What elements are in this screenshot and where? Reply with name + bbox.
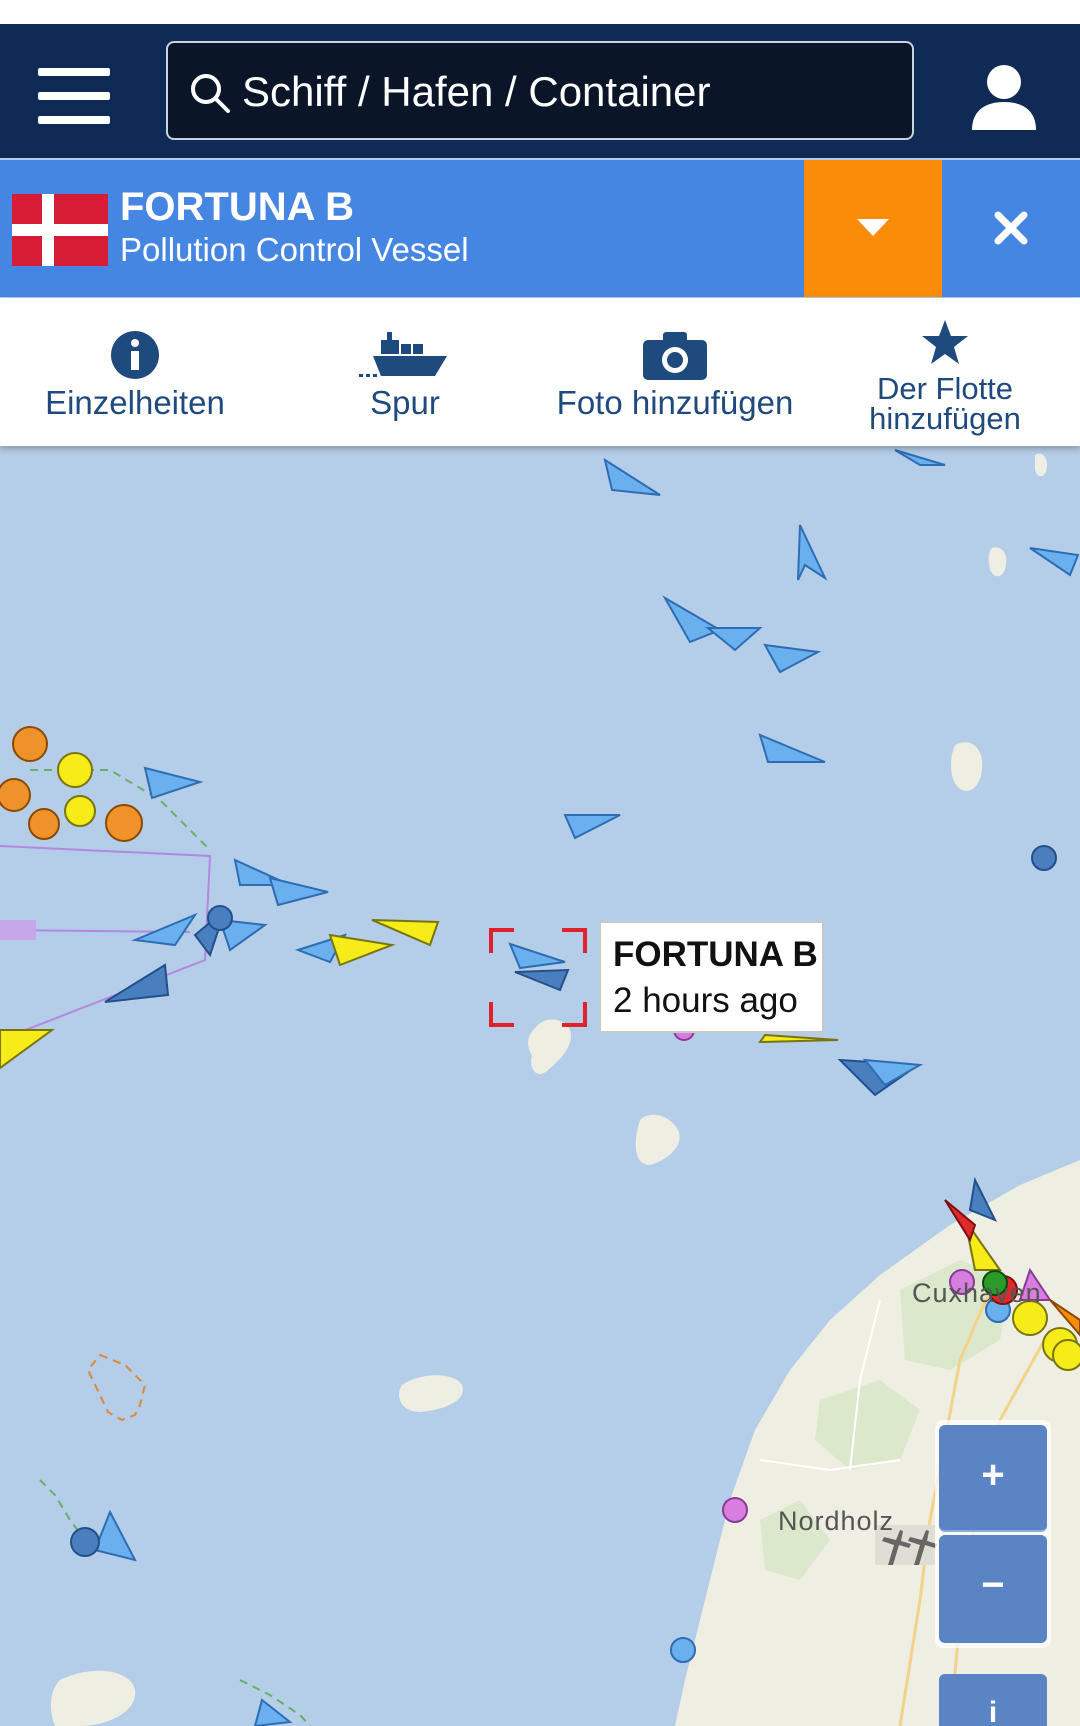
anchored-marker [722, 1497, 748, 1523]
minus-icon: − [981, 1563, 1005, 1607]
add-photo-action[interactable]: Foto hinzufügen [540, 298, 810, 446]
add-to-fleet-label-2: hinzufügen [869, 401, 1021, 436]
place-label-nordholz: Nordholz [778, 1506, 895, 1536]
close-button[interactable] [942, 160, 1080, 297]
track-action[interactable]: Spur [270, 298, 540, 446]
vessel-menu-button[interactable] [804, 160, 942, 297]
info-icon [111, 331, 159, 379]
denmark-flag-icon [12, 194, 108, 266]
anchored-marker [670, 1637, 696, 1663]
camera-icon [643, 332, 707, 380]
island [950, 742, 983, 791]
details-action[interactable]: Einzelheiten [0, 298, 270, 446]
vessel-tooltip[interactable]: FORTUNA B 2 hours ago [599, 921, 824, 1033]
search-input[interactable]: Schiff / Hafen / Container [166, 41, 914, 140]
place-label-cuxhaven: Cuxhaven [912, 1278, 1042, 1308]
ship-track-icon [359, 332, 447, 377]
map-info-button[interactable]: i [939, 1674, 1047, 1726]
anchored-marker [207, 905, 233, 931]
caret-down-icon [857, 219, 889, 236]
info-icon: i [988, 1696, 998, 1726]
zoom-in-button[interactable]: + [939, 1425, 1047, 1532]
menu-icon-line [38, 116, 110, 124]
vessel-type: Pollution Control Vessel [120, 231, 469, 268]
add-to-fleet-action[interactable]: Der Flotte hinzufügen [810, 298, 1080, 446]
traffic-zone-label [0, 920, 36, 940]
vessel-header: FORTUNA B Pollution Control Vessel [0, 160, 1080, 297]
status-bar [0, 0, 1080, 24]
zoom-out-button[interactable]: − [939, 1535, 1047, 1643]
search-placeholder: Schiff / Hafen / Container [242, 68, 711, 115]
app-root: Schiff / Hafen / Container FORTUNA B Pol… [0, 0, 1080, 1726]
tooltip-time: 2 hours ago [613, 981, 798, 1020]
tooltip-vessel-name: FORTUNA B [613, 935, 818, 974]
menu-icon-line [38, 68, 110, 76]
plus-icon: + [981, 1453, 1005, 1497]
vessel-name: FORTUNA B [120, 185, 355, 229]
anchored-marker [64, 795, 96, 827]
anchored-marker [12, 726, 48, 762]
menu-icon-line [38, 92, 110, 100]
anchored-marker [0, 778, 31, 812]
star-icon [922, 320, 968, 364]
track-label: Spur [370, 384, 440, 421]
anchored-marker [28, 808, 60, 840]
action-bar: Einzelheiten Spur Foto hinzufügen Der Fl… [0, 298, 1080, 446]
anchored-marker [57, 752, 93, 788]
anchored-marker [1031, 845, 1057, 871]
map-view[interactable] [0, 446, 1080, 1726]
top-bar: Schiff / Hafen / Container [0, 24, 1080, 158]
map-canvas [0, 446, 1080, 1726]
user-icon[interactable] [966, 60, 1042, 136]
island [988, 547, 1007, 577]
add-to-fleet-label-1: Der Flotte [876, 371, 1014, 406]
add-photo-label: Foto hinzufügen [556, 384, 794, 421]
anchored-marker [1052, 1339, 1080, 1371]
close-icon [994, 211, 1028, 245]
details-label: Einzelheiten [45, 384, 225, 421]
anchored-marker [105, 804, 143, 842]
anchored-marker [70, 1527, 100, 1557]
menu-button[interactable] [28, 58, 124, 138]
search-icon [191, 74, 230, 113]
